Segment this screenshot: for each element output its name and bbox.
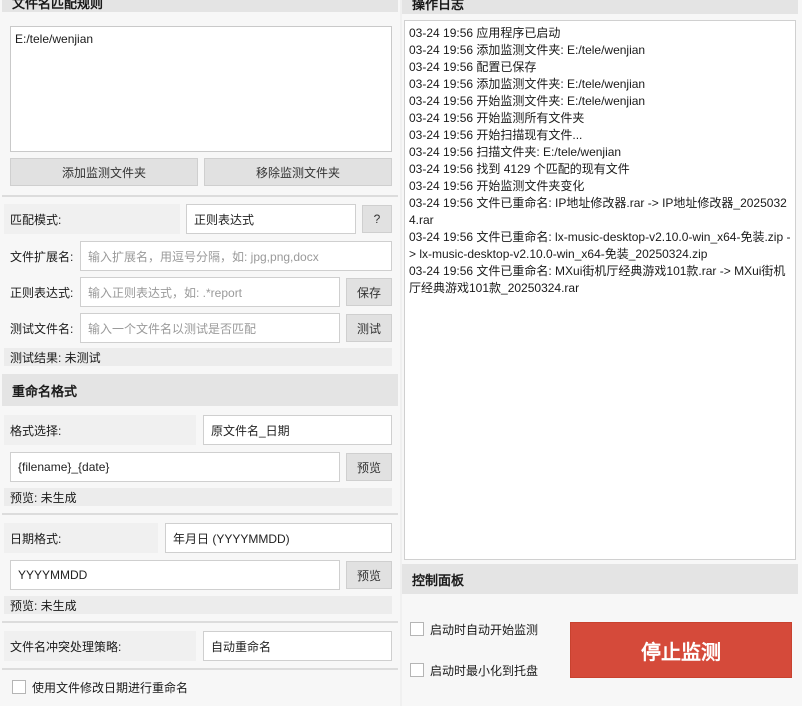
test-result-text: 测试结果: 未测试 <box>4 348 392 366</box>
control-section-header: 控制面板 <box>402 564 798 594</box>
date-preview-button[interactable]: 预览 <box>346 561 392 589</box>
minimize-tray-checkbox[interactable] <box>410 663 424 677</box>
auto-start-checkbox[interactable] <box>410 622 424 636</box>
minimize-tray-row[interactable]: 启动时最小化到托盘 <box>410 661 570 679</box>
rename-section-header: 重命名格式 <box>2 374 398 406</box>
rename-section-title: 重命名格式 <box>12 383 78 399</box>
log-line: 03-24 19:56 添加监测文件夹: E:/tele/wenjian <box>409 77 646 91</box>
rules-section-title: 文件名匹配规则 <box>12 0 104 11</box>
log-section-header: 操作日志 <box>402 0 798 14</box>
extension-input[interactable]: 输入扩展名，用逗号分隔，如: jpg,png,docx <box>80 241 392 271</box>
format-preview-text: 预览: 未生成 <box>4 488 392 506</box>
preview-button[interactable]: 预览 <box>346 453 392 481</box>
use-mtime-checkbox[interactable] <box>12 680 26 694</box>
log-line: 03-24 19:56 开始监测所有文件夹 <box>409 111 585 125</box>
date-format-label: 日期格式: <box>4 523 158 553</box>
log-line: 03-24 19:56 文件已重命名: lx-music-desktop-v2.… <box>409 230 791 261</box>
match-mode-select[interactable]: 正则表达式 <box>186 204 356 234</box>
log-line: 03-24 19:56 文件已重命名: IP地址修改器.rar -> IP地址修… <box>409 196 787 227</box>
divider <box>2 621 398 623</box>
match-mode-label: 匹配模式: <box>4 204 180 234</box>
help-button[interactable]: ? <box>362 205 392 233</box>
auto-start-label: 启动时自动开始监测 <box>430 622 539 637</box>
conflict-label: 文件名冲突处理策略: <box>4 631 196 661</box>
date-format-select[interactable]: 年月日 (YYYYMMDD) <box>165 523 392 553</box>
stop-monitor-button[interactable]: 停止监测 <box>570 622 792 678</box>
log-line: 03-24 19:56 应用程序已启动 <box>409 26 561 40</box>
log-section-title: 操作日志 <box>412 0 465 12</box>
regex-input[interactable]: 输入正则表达式，如: .*report <box>80 277 340 307</box>
save-button[interactable]: 保存 <box>346 278 392 306</box>
date-template-input[interactable]: YYYYMMDD <box>10 560 340 590</box>
log-line: 03-24 19:56 文件已重命名: MXui街机厅经典游戏101款.rar … <box>409 264 786 295</box>
control-section-title: 控制面板 <box>412 572 465 588</box>
log-line: 03-24 19:56 找到 4129 个匹配的现有文件 <box>409 162 630 176</box>
test-button[interactable]: 测试 <box>346 314 392 342</box>
log-line: 03-24 19:56 开始扫描现有文件... <box>409 128 583 142</box>
add-folder-button[interactable]: 添加监测文件夹 <box>10 158 198 186</box>
test-name-label: 测试文件名: <box>10 321 74 336</box>
divider <box>2 668 398 670</box>
conflict-select[interactable]: 自动重命名 <box>203 631 392 661</box>
use-mtime-row[interactable]: 使用文件修改日期进行重命名 <box>12 678 392 696</box>
divider <box>2 195 398 197</box>
minimize-tray-label: 启动时最小化到托盘 <box>430 663 539 678</box>
log-line: 03-24 19:56 添加监测文件夹: E:/tele/wenjian <box>409 43 646 57</box>
format-template-input[interactable]: {filename}_{date} <box>10 452 340 482</box>
date-preview-text: 预览: 未生成 <box>4 596 392 614</box>
format-select-label: 格式选择: <box>4 415 196 445</box>
test-name-input[interactable]: 输入一个文件名以测试是否匹配 <box>80 313 340 343</box>
use-mtime-label: 使用文件修改日期进行重命名 <box>32 680 189 695</box>
extension-label: 文件扩展名: <box>10 249 74 264</box>
auto-start-row[interactable]: 启动时自动开始监测 <box>410 620 570 638</box>
log-area[interactable]: 03-24 19:56 应用程序已启动 03-24 19:56 添加监测文件夹:… <box>404 20 796 560</box>
regex-label: 正则表达式: <box>10 285 74 300</box>
rules-section-header: 文件名匹配规则 <box>2 0 398 12</box>
log-line: 03-24 19:56 配置已保存 <box>409 60 537 74</box>
log-line: 03-24 19:56 开始监测文件夹: E:/tele/wenjian <box>409 94 646 108</box>
watch-folder-item[interactable]: E:/tele/wenjian <box>15 32 387 46</box>
format-select[interactable]: 原文件名_日期 <box>203 415 392 445</box>
divider <box>2 513 398 515</box>
log-line: 03-24 19:56 开始监测文件夹变化 <box>409 179 585 193</box>
watch-folder-list[interactable]: E:/tele/wenjian <box>10 26 392 152</box>
remove-folder-button[interactable]: 移除监测文件夹 <box>204 158 392 186</box>
log-line: 03-24 19:56 扫描文件夹: E:/tele/wenjian <box>409 145 622 159</box>
